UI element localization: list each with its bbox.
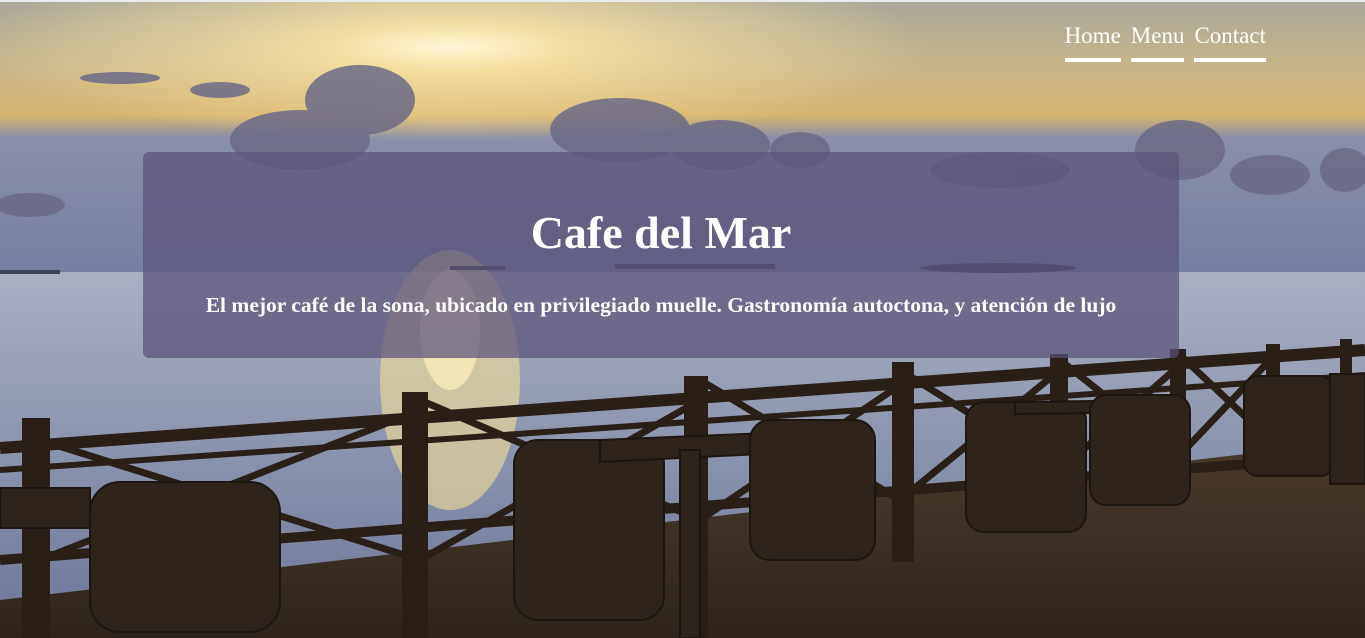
nav-link-contact[interactable]: Contact (1194, 22, 1266, 62)
nav-link-home[interactable]: Home (1064, 22, 1121, 62)
hero-banner: Cafe del Mar El mejor café de la sona, u… (143, 152, 1179, 358)
top-border (0, 0, 1365, 2)
hero-subtitle: El mejor café de la sona, ubicado en pri… (205, 293, 1117, 317)
main-nav: Home Menu Contact (1064, 22, 1266, 62)
hero-title: Cafe del Mar (530, 207, 792, 258)
nav-link-menu[interactable]: Menu (1130, 22, 1185, 62)
